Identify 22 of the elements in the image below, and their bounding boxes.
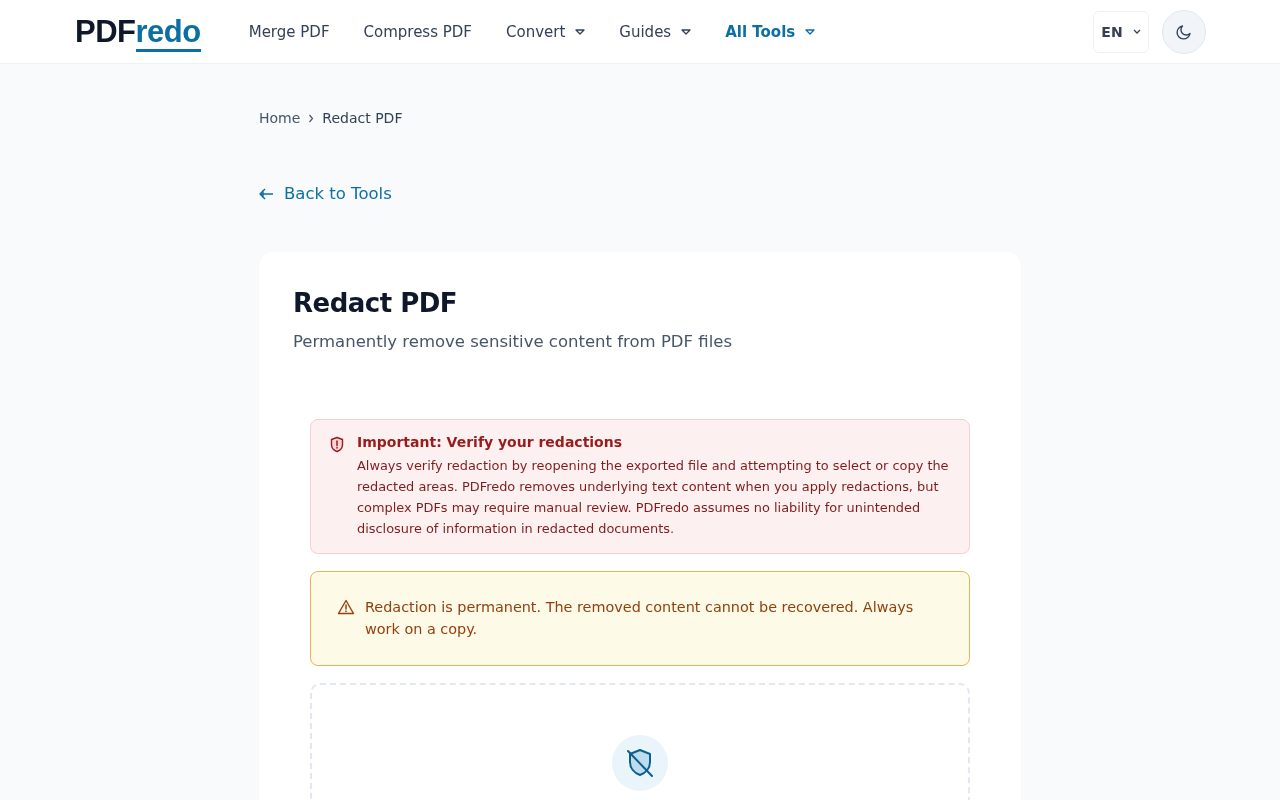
moon-icon [1175, 22, 1193, 41]
language-select[interactable]: EN [1093, 10, 1149, 53]
page-subtitle: Permanently remove sensitive content from PDF files [293, 331, 733, 351]
nav-link[interactable]: Compress PDF [363, 22, 472, 41]
logo[interactable]: PDFredo [75, 13, 201, 50]
arrow-left-icon [259, 187, 274, 200]
breadcrumb-current: Redact PDF [322, 110, 403, 126]
alert-text: Always verify redaction by reopening the exported file and attempting to select or copy the redacted areas. PDFredo removes underlying text content when you apply redactions, but complex PDFs may require manual review. PDFredo assumes no liability for unintended disclosure of information in redacted documents. [357, 456, 949, 538]
nav-link[interactable]: Convert [506, 22, 586, 41]
alert-title: Important: Verify your redactions [357, 433, 624, 450]
chevron-right-icon [308, 113, 315, 123]
nav-link[interactable]: All Tools [725, 22, 816, 41]
chevron-down-icon [1132, 29, 1141, 34]
nav-link[interactable]: Merge PDF [248, 22, 330, 41]
breadcrumb-link[interactable]: Home [259, 110, 301, 126]
warning-text: Redaction is permanent. The removed content cannot be recovered. Always work on a copy. [365, 597, 915, 639]
theme-toggle[interactable] [1162, 9, 1206, 54]
page-title: Redact PDF [293, 287, 459, 318]
warning-icon [337, 598, 355, 615]
shield-alert-icon [329, 435, 345, 453]
back-link[interactable]: Back to Tools [259, 184, 392, 203]
nav-link[interactable]: Guides [619, 22, 692, 41]
